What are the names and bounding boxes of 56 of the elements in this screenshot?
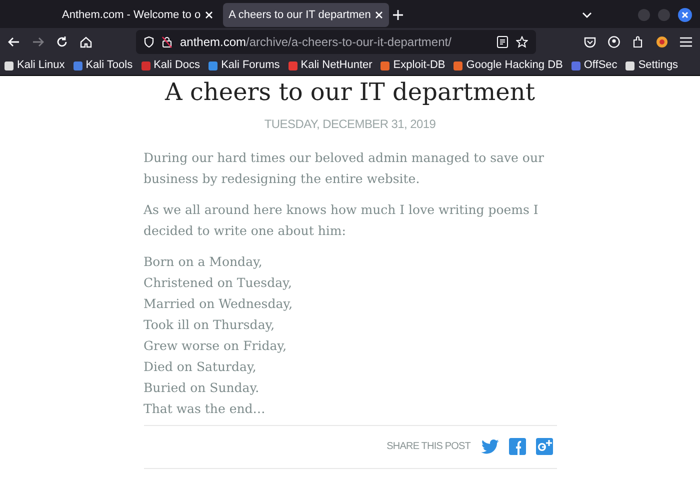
lock-icon [162, 36, 172, 48]
bookmark-icon [288, 60, 298, 70]
article-title: A cheers to our IT department [164, 77, 536, 107]
extensions-icon[interactable] [632, 36, 644, 48]
browser-tab[interactable]: A cheers to our IT departmen [222, 3, 389, 27]
back-icon[interactable] [8, 37, 20, 47]
bookmark-icon [208, 60, 218, 70]
bookmark-link[interactable]: Kali Forums [208, 57, 280, 74]
menu-icon[interactable] [680, 37, 692, 47]
browser-tab[interactable]: Anthem.com - Welcome to o [56, 3, 219, 27]
reload-icon[interactable] [56, 36, 68, 48]
poem-line: Took ill on Thursday, [144, 316, 276, 334]
poem-line: Christened on Tuesday, [144, 274, 293, 292]
forward-icon[interactable] [32, 37, 44, 47]
bookmark-icon [140, 60, 151, 70]
paragraph: During our hard times our beloved admin managed to save our business by redesigning the entire website. [144, 148, 545, 188]
bookmark-link[interactable]: OffSec [570, 57, 618, 74]
star-icon[interactable] [516, 36, 528, 48]
poem-line: Grew worse on Friday, [144, 336, 288, 355]
bookmark-icon [72, 60, 83, 70]
bookmark-icon [380, 60, 390, 70]
paragraph: As we all around here knows how much I love writing poems I decided to write one about him: [144, 200, 540, 240]
share-label: SHARE THIS POST [386, 440, 470, 454]
close-icon[interactable] [678, 8, 692, 22]
poem-line: Died on Saturday, [144, 358, 258, 376]
url-text: anthem.com/archive/a-cheers-to-our-it-department/ [180, 34, 452, 51]
close-icon[interactable] [374, 11, 383, 19]
bookmark-link[interactable]: Exploit-DB [380, 57, 446, 74]
shield-icon [144, 36, 154, 48]
pocket-icon[interactable] [584, 36, 596, 48]
bookmark-link[interactable]: Kali Linux [4, 57, 65, 74]
twitter-bird-icon[interactable] [480, 439, 498, 454]
plus-icon[interactable] [392, 10, 403, 20]
extension-icon[interactable] [656, 36, 668, 48]
reader-view-icon[interactable] [497, 36, 508, 48]
poem-line: Buried on Sunday. [144, 378, 260, 397]
bookmark-icon [625, 60, 636, 70]
poem-line: That was the end… [144, 400, 266, 418]
bookmark-link[interactable]: Kali NetHunter [288, 57, 372, 74]
address-bar[interactable]: anthem.com/archive/a-cheers-to-our-it-department/ [136, 30, 536, 54]
bookmark-icon [453, 60, 464, 70]
facebook-icon[interactable] [508, 438, 526, 456]
poem-line: Born on a Monday, [144, 252, 264, 271]
home-icon[interactable] [80, 36, 92, 48]
bookmark-link[interactable]: Kali Tools [72, 57, 133, 74]
post-date: TUESDAY, DECEMBER 31, 2019 [263, 116, 437, 133]
bookmark-link[interactable]: Settings [625, 57, 678, 74]
bookmark-link[interactable]: Kali Docs [140, 57, 200, 74]
account-icon[interactable] [608, 36, 620, 48]
bookmark-link[interactable]: Google Hacking DB [453, 57, 563, 74]
chevron-down-icon[interactable] [582, 12, 592, 18]
close-icon[interactable] [204, 11, 213, 19]
google-plus-icon[interactable] [536, 438, 552, 456]
bookmark-icon [570, 60, 581, 70]
bookmark-icon [4, 60, 14, 70]
poem-line: Married on Wednesday, [144, 294, 294, 313]
